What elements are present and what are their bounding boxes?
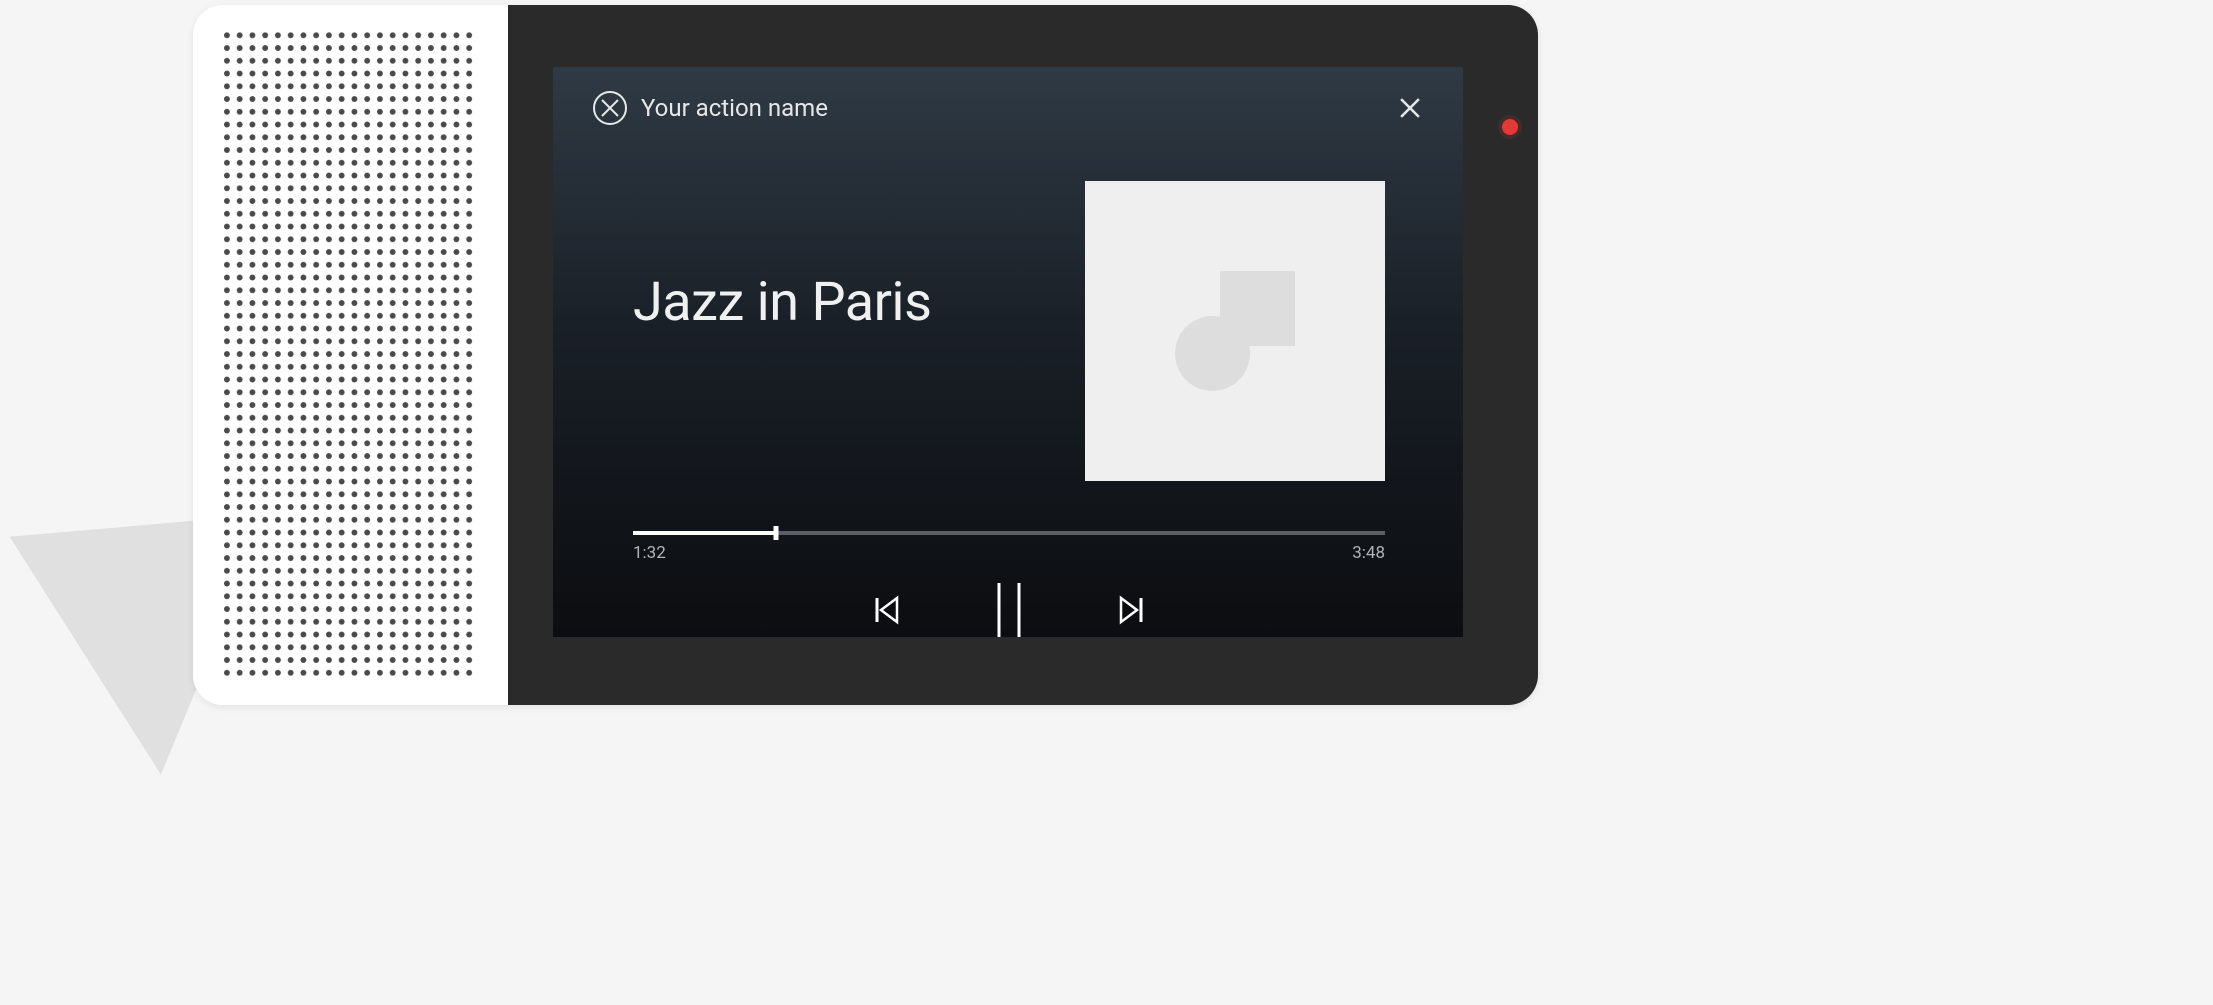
album-art (1085, 181, 1385, 481)
elapsed-time: 1:32 (633, 543, 666, 563)
smart-display-device: Your action name Jazz in Paris (193, 5, 1538, 705)
progress-handle[interactable] (773, 526, 778, 540)
speaker-grill (193, 5, 508, 705)
skip-next-icon (1114, 593, 1148, 627)
close-button[interactable] (1395, 93, 1425, 123)
pause-icon (989, 581, 1029, 639)
duration-time: 3:48 (1352, 543, 1385, 563)
next-button[interactable] (1114, 593, 1148, 627)
screen-bezel: Your action name Jazz in Paris (508, 5, 1538, 705)
progress-bar[interactable] (633, 531, 1385, 535)
track-title: Jazz in Paris (633, 271, 931, 334)
screen-header: Your action name (553, 67, 1463, 125)
time-row: 1:32 3:48 (633, 543, 1385, 563)
skip-previous-icon (870, 593, 904, 627)
media-controls (633, 563, 1385, 639)
action-name-label: Your action name (641, 94, 1395, 122)
content-row: Jazz in Paris (553, 125, 1463, 481)
speaker-dots-icon (223, 27, 478, 683)
progress-section: 1:32 3:48 (553, 481, 1463, 639)
previous-button[interactable] (870, 593, 904, 627)
screen-content: Your action name Jazz in Paris (553, 67, 1463, 637)
app-logo-icon (593, 91, 627, 125)
image-placeholder-icon (1175, 271, 1295, 391)
recording-indicator-icon (1502, 119, 1518, 135)
progress-fill (633, 531, 776, 535)
pause-button[interactable] (989, 581, 1029, 639)
close-icon (1398, 96, 1422, 120)
